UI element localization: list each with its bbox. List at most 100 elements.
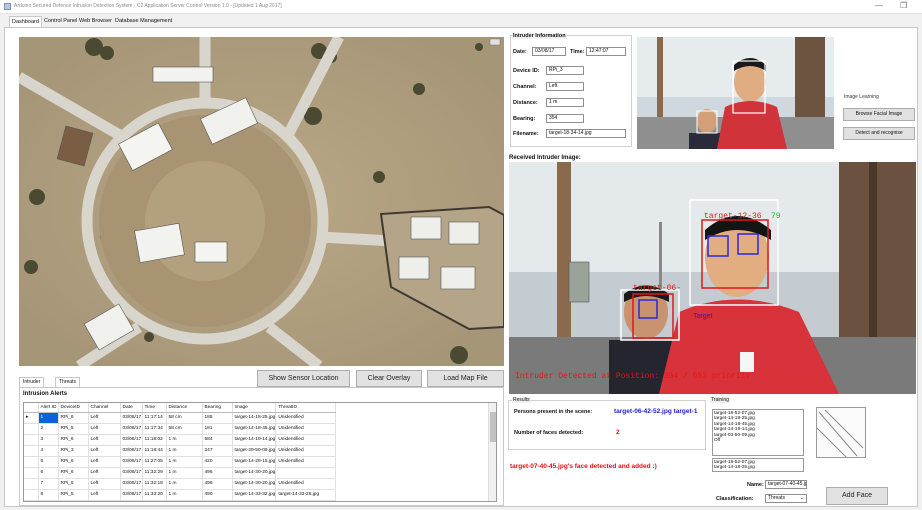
- tab-control-panel[interactable]: Control Panel: [42, 16, 79, 27]
- table-cell: 1 m: [166, 489, 203, 501]
- table-cell: 181: [202, 423, 233, 435]
- detect-and-recognise-button[interactable]: Detect and recognise: [843, 127, 915, 140]
- results-title: Results: [512, 397, 531, 403]
- column-header[interactable]: Alert ID: [38, 403, 59, 413]
- table-cell: 5: [38, 456, 59, 468]
- clear-overlay-button[interactable]: Clear Overlay: [356, 370, 422, 387]
- tab-intruder-alerts[interactable]: Intruder Alerts: [19, 377, 45, 394]
- status-message: target-07-40-45.jpg's face detected and …: [510, 463, 657, 470]
- column-header[interactable]: Date: [120, 403, 143, 413]
- column-header[interactable]: Time: [142, 403, 167, 413]
- table-cell: 4: [38, 445, 59, 457]
- list-item[interactable]: target-14-18-25.jpg: [714, 465, 802, 470]
- intruder-thumbnail: [637, 37, 834, 149]
- minimize-button[interactable]: —: [875, 1, 883, 10]
- table-row[interactable]: 7 RPi_6 Left 03/08/17 11:32:18 1 m 496 target-1…: [24, 478, 337, 490]
- restore-button[interactable]: ❐: [900, 1, 907, 10]
- row-selector[interactable]: ▸: [24, 412, 39, 424]
- list-item[interactable]: Off: [714, 438, 802, 443]
- column-header[interactable]: Distance: [166, 403, 203, 413]
- table-cell: Left: [88, 423, 121, 435]
- training-list-top[interactable]: target-18-52-07.jpg target-14-18-25.jpg ta…: [712, 409, 804, 456]
- load-map-file-button[interactable]: Load Map File: [427, 370, 504, 387]
- table-row[interactable]: 2 RPi_5 Left 03/08/17 11:17:34 58 cm 181 target…: [24, 423, 337, 435]
- tab-threats[interactable]: Threats: [55, 377, 80, 387]
- table-row[interactable]: 4 RPi_3 Left 03/08/17 11:18:44 1 m 247 target-2…: [24, 445, 337, 457]
- table-cell: 185: [202, 412, 233, 424]
- channel-field[interactable]: Left: [546, 82, 584, 91]
- filename-field[interactable]: target-18-34-14.jpg: [546, 129, 626, 138]
- training-title: Training: [710, 397, 730, 403]
- received-intruder-image: target-12-36 79 target-06- Target Intrud…: [509, 162, 916, 394]
- column-header[interactable]: Bearing: [202, 403, 233, 413]
- tab-dashboard[interactable]: Dashboard: [9, 16, 42, 27]
- table-row[interactable]: 3 RPi_6 Left 03/08/17 11:18:02 1 m 584 target-1…: [24, 434, 337, 446]
- table-cell: 58 cm: [166, 412, 203, 424]
- distance-field[interactable]: 1 m: [546, 98, 584, 107]
- row-selector[interactable]: [24, 489, 39, 501]
- table-cell: Unidentified: [275, 423, 337, 435]
- faces-detected-label: Number of faces detected:: [514, 430, 584, 436]
- alerts-scrollbar[interactable]: [488, 403, 496, 501]
- table-row[interactable]: 8 RPi_5 Left 03/08/17 11:33:20 1 m 490 target-1…: [24, 489, 337, 501]
- table-row[interactable]: ▸ 1 RPi_6 Left 03/08/17 11:17:14 58 cm 185 targe…: [24, 412, 337, 424]
- date-label: Date:: [513, 49, 527, 55]
- table-cell: RPi_5: [58, 489, 89, 501]
- table-cell: 11:18:02: [142, 434, 167, 446]
- overlay-target-tag: Target: [693, 313, 713, 320]
- row-selector[interactable]: [24, 445, 39, 457]
- name-field[interactable]: target-07-40-45.jpg: [765, 480, 807, 489]
- classification-value: Threats: [768, 495, 785, 501]
- table-cell: RPi_5: [58, 423, 89, 435]
- add-face-button[interactable]: Add Face: [826, 487, 888, 505]
- table-cell: RPi_6: [58, 456, 89, 468]
- column-header[interactable]: DeviceID: [58, 403, 89, 413]
- table-cell: 247: [202, 445, 233, 457]
- table-cell: 7: [38, 478, 59, 490]
- intrusion-alerts-title: Intrusion Alerts: [23, 391, 68, 397]
- row-selector[interactable]: [24, 423, 39, 435]
- device-id-label: Device ID:: [513, 68, 540, 74]
- table-row[interactable]: 5 RPi_6 Left 03/08/17 11:27:05 1 m 420 target-1…: [24, 456, 337, 468]
- row-selector[interactable]: [24, 456, 39, 468]
- table-cell: 496: [202, 478, 233, 490]
- table-cell: Unidentified: [275, 412, 337, 424]
- tab-web-browser[interactable]: Web Browser: [77, 16, 114, 27]
- training-list-bottom[interactable]: target-18-52-07.jpg target-14-18-25.jpg: [712, 458, 804, 472]
- table-cell: Unidentified: [275, 434, 337, 446]
- table-cell: Unidentified: [275, 445, 337, 457]
- row-selector[interactable]: [24, 434, 39, 446]
- received-image-title: Received Intruder Image:: [509, 155, 581, 161]
- column-header[interactable]: ThreatID: [275, 403, 337, 413]
- faces-detected-value: 2: [616, 429, 620, 436]
- table-cell: RPi_6: [58, 412, 89, 424]
- date-field[interactable]: 03/08/17: [532, 47, 566, 56]
- tab-database-management[interactable]: Database Management: [113, 16, 174, 27]
- column-header[interactable]: Image: [232, 403, 277, 413]
- table-cell: 1 m: [166, 445, 203, 457]
- table-cell: 1 m: [166, 467, 203, 479]
- channel-label: Channel:: [513, 84, 537, 90]
- table-cell: Left: [88, 478, 121, 490]
- time-label: Time:: [570, 49, 585, 55]
- device-id-field[interactable]: RPi_3: [546, 66, 584, 75]
- bearing-field[interactable]: 354: [546, 114, 584, 123]
- time-field[interactable]: 12:47:07: [586, 47, 626, 56]
- column-header[interactable]: Channel: [88, 403, 121, 413]
- table-cell: target-14-18-25.jpg: [232, 412, 277, 424]
- table-row[interactable]: 6 RPi_6 Left 03/08/17 11:32:29 1 m 496 target-1…: [24, 467, 337, 479]
- table-cell: 58 cm: [166, 423, 203, 435]
- table-cell: Left: [88, 489, 121, 501]
- row-selector[interactable]: [24, 478, 39, 490]
- overlay-label-big: target-12-36: [704, 212, 762, 221]
- table-cell: 3: [38, 434, 59, 446]
- table-cell: 11:17:14: [142, 412, 167, 424]
- classification-select[interactable]: Threats ⌄: [765, 494, 807, 503]
- alerts-table[interactable]: Alert ID DeviceID Channel Date Time Distance B…: [23, 402, 497, 502]
- satellite-map[interactable]: [19, 37, 504, 366]
- bearing-label: Bearing:: [513, 116, 536, 122]
- show-sensor-location-button[interactable]: Show Sensor Location: [257, 370, 350, 387]
- browse-facial-image-button[interactable]: Browse Facial Image: [843, 108, 915, 121]
- row-selector[interactable]: [24, 467, 39, 479]
- table-cell: target-29-50-09.jpg: [232, 445, 277, 457]
